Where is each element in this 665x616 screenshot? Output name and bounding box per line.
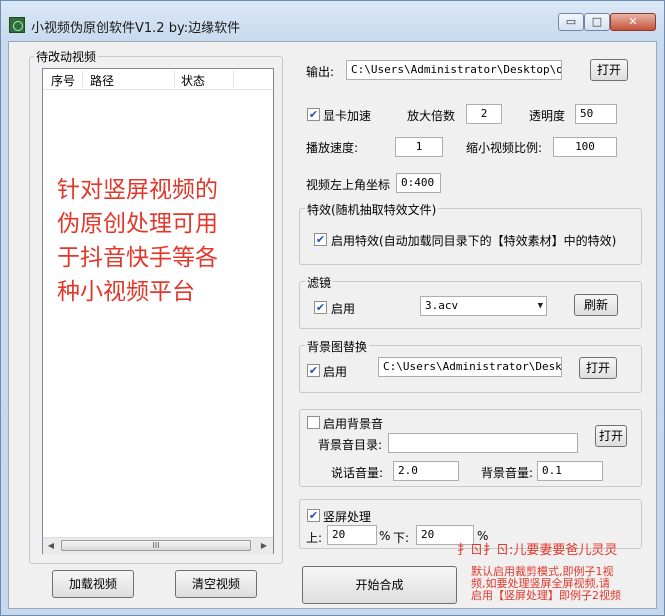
client-area: 待改动视频 序号 路径 状态 针对竖屏视频的 伪原创处理可用 于抖音快手等各 种… — [8, 41, 657, 609]
speed-label: 播放速度: — [306, 141, 359, 155]
effects-checkbox[interactable]: ✔ — [314, 233, 327, 246]
voice-volume-label: 说话音量: — [331, 466, 384, 480]
background-audio-dir-label: 背景音目录: — [318, 438, 383, 452]
column-path[interactable]: 路径 — [90, 72, 114, 89]
promo-line: 于抖音快手等各 — [57, 245, 218, 271]
promo-line: 针对竖屏视频的 — [57, 177, 218, 203]
zoom-label: 放大倍数 — [407, 109, 456, 123]
coord-label: 视频左上角坐标 — [306, 178, 391, 192]
filter-select[interactable]: 3.acv ▼ — [420, 296, 547, 316]
opacity-label: 透明度 — [529, 109, 566, 123]
horizontal-scrollbar[interactable]: ◀ III ▶ — [43, 537, 273, 554]
window-title: 小视频伪原创软件V1.2 by:边缘软件 — [31, 21, 241, 36]
vertical-enable-label: 竖屏处理 — [323, 510, 372, 524]
coord-field[interactable]: 0:400 — [396, 173, 441, 193]
voice-volume-field[interactable]: 2.0 — [393, 461, 459, 481]
vertical-bottom-label: 下: — [393, 531, 410, 545]
background-audio-enable-label: 启用背景音 — [323, 417, 384, 431]
scroll-thumb[interactable]: III — [61, 540, 251, 551]
background-image-open-button[interactable]: 打开 — [579, 357, 617, 379]
vertical-top-label: 上: — [306, 531, 323, 545]
output-label: 输出: — [306, 65, 335, 79]
note-line: 启用【竖屏处理】即例子2视频 — [471, 589, 621, 602]
close-button[interactable]: ✕ — [610, 13, 656, 31]
listview-header: 序号 路径 状态 — [43, 69, 273, 90]
check-icon: ✔ — [308, 509, 319, 522]
shrink-label: 缩小视频比例: — [466, 141, 543, 155]
filter-refresh-button[interactable]: 刷新 — [574, 294, 618, 316]
check-icon: ✔ — [315, 301, 326, 314]
crop-mode-note: 默认启用裁剪模式,即例子1视 频,如要处理竖屏全屏视频,请 启用【竖屏处理】即例… — [471, 566, 621, 602]
filter-checkbox[interactable]: ✔ — [314, 301, 327, 314]
check-icon: ✔ — [308, 108, 319, 121]
filter-selected-value: 3.acv — [425, 299, 459, 312]
bg-volume-field[interactable]: 0.1 — [537, 461, 603, 481]
output-open-button[interactable]: 打开 — [590, 59, 628, 81]
filter-enable-label: 启用 — [331, 302, 356, 316]
column-separator[interactable] — [174, 71, 175, 87]
promo-watermark: 针对竖屏视频的 伪原创处理可用 于抖音快手等各 种小视频平台 — [57, 173, 257, 309]
video-listview[interactable]: 序号 路径 状态 针对竖屏视频的 伪原创处理可用 于抖音快手等各 种小视频平台 … — [42, 68, 274, 554]
column-index[interactable]: 序号 — [51, 72, 75, 89]
zoom-field[interactable]: 2 — [466, 104, 502, 124]
background-image-enable-label: 启用 — [323, 365, 348, 379]
speed-field[interactable]: 1 — [395, 137, 443, 157]
effects-enable-label: 启用特效(自动加载同目录下的【特效素材】中的特效) — [331, 234, 617, 248]
column-status[interactable]: 状态 — [181, 72, 205, 89]
video-list-group-title: 待改动视频 — [34, 48, 99, 65]
vertical-top-field[interactable]: 20 — [327, 525, 377, 545]
background-audio-dir-field[interactable] — [388, 433, 578, 453]
check-icon: ✔ — [315, 233, 326, 246]
vertical-top-unit: % — [379, 529, 391, 543]
background-audio-open-button[interactable]: 打开 — [595, 425, 627, 447]
clear-video-button[interactable]: 清空视频 — [175, 570, 257, 598]
column-separator[interactable] — [233, 71, 234, 87]
maximize-button[interactable]: □ — [584, 13, 610, 31]
opacity-field[interactable]: 50 — [575, 104, 617, 124]
scroll-left-icon[interactable]: ◀ — [44, 539, 58, 553]
effects-group-title: 特效(随机抽取特效文件) — [305, 201, 439, 218]
background-image-checkbox[interactable]: ✔ — [307, 364, 320, 377]
app-icon — [9, 17, 25, 33]
start-button[interactable]: 开始合成 — [302, 566, 457, 604]
garbled-note: 扌ㄖ扌ㄖ:儿要妻要爸儿灵灵 — [457, 543, 618, 558]
bg-volume-label: 背景音量: — [481, 466, 534, 480]
promo-line: 伪原创处理可用 — [57, 211, 218, 237]
filter-group-title: 滤镜 — [305, 274, 334, 291]
background-image-path-field[interactable]: C:\Users\Administrator\Desktop — [378, 357, 562, 377]
chevron-down-icon[interactable]: ▼ — [538, 297, 543, 315]
check-icon: ✔ — [308, 364, 319, 377]
title-bar[interactable]: 小视频伪原创软件V1.2 by:边缘软件 ▭ □ ✕ — [1, 1, 664, 41]
gpu-checkbox[interactable]: ✔ — [307, 108, 320, 121]
promo-line: 种小视频平台 — [57, 279, 195, 305]
load-video-button[interactable]: 加载视频 — [52, 570, 134, 598]
output-path-field[interactable]: C:\Users\Administrator\Desktop\ok — [346, 60, 562, 80]
vertical-checkbox[interactable]: ✔ — [307, 509, 320, 522]
app-window: 小视频伪原创软件V1.2 by:边缘软件 ▭ □ ✕ 待改动视频 序号 路径 状… — [0, 0, 665, 616]
background-image-group-title: 背景图替换 — [305, 338, 370, 355]
column-separator[interactable] — [82, 71, 83, 87]
gpu-label: 显卡加速 — [323, 109, 372, 123]
shrink-field[interactable]: 100 — [553, 137, 617, 157]
scroll-right-icon[interactable]: ▶ — [257, 539, 271, 553]
background-audio-checkbox[interactable] — [307, 416, 320, 429]
minimize-button[interactable]: ▭ — [558, 13, 584, 31]
